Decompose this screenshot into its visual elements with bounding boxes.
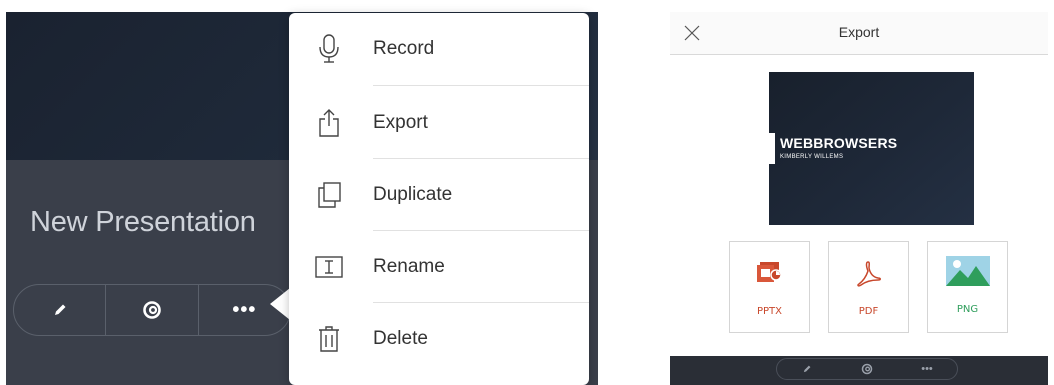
trash-icon (315, 323, 343, 355)
play-button[interactable] (106, 285, 199, 335)
more-icon: ••• (921, 363, 933, 375)
export-screen: Export WEBBROWSERS KIMBERLY WILLEMS PPTX (670, 12, 1048, 385)
menu-item-rename[interactable]: Rename (289, 231, 589, 303)
presentation-title: New Presentation (30, 206, 256, 238)
png-image-icon (928, 256, 1007, 286)
microphone-icon (315, 33, 343, 65)
share-icon (315, 107, 343, 139)
menu-item-duplicate[interactable]: Duplicate (289, 159, 589, 231)
pptx-icon (730, 260, 809, 284)
menu-item-export[interactable]: Export (289, 87, 589, 159)
menu-item-label: Rename (373, 256, 445, 277)
action-bar: ••• (13, 284, 291, 336)
menu-item-label: Delete (373, 328, 428, 349)
png-label: PNG (956, 304, 979, 315)
pptx-label: PPTX (756, 306, 783, 317)
slide-preview: WEBBROWSERS KIMBERLY WILLEMS (769, 72, 974, 225)
swirl-icon (861, 363, 873, 375)
menu-item-label: Record (373, 38, 435, 59)
menu-item-label: Export (373, 112, 428, 133)
edit-button[interactable] (14, 285, 107, 335)
slide-accent-bar (769, 133, 775, 164)
more-icon: ••• (232, 298, 257, 321)
slide-subtitle: KIMBERLY WILLEMS (780, 154, 844, 160)
more-menu-popover: Record Export Duplicate Rename Delete (289, 13, 589, 385)
dialog-header: Export (670, 12, 1048, 55)
popover-arrow (270, 288, 290, 320)
export-dialog: Export WEBBROWSERS KIMBERLY WILLEMS PPTX (670, 12, 1048, 356)
menu-item-delete[interactable]: Delete (289, 303, 589, 375)
pencil-icon (803, 365, 811, 373)
pdf-label: PDF (858, 306, 879, 317)
menu-item-label: Duplicate (373, 184, 453, 205)
export-pdf-button[interactable]: PDF (828, 241, 909, 333)
play-button[interactable] (837, 359, 897, 379)
rename-icon (315, 251, 343, 283)
bottom-action-bar: ••• (670, 356, 1048, 385)
more-button[interactable]: ••• (897, 359, 957, 379)
duplicate-icon (315, 179, 343, 211)
pdf-icon (829, 260, 908, 288)
menu-item-record[interactable]: Record (289, 13, 589, 85)
swirl-icon (143, 301, 161, 319)
slide-title: WEBBROWSERS (780, 135, 898, 151)
edit-button[interactable] (777, 359, 837, 379)
dialog-title: Export (838, 24, 880, 40)
pencil-icon (54, 304, 66, 315)
export-pptx-button[interactable]: PPTX (729, 241, 810, 333)
export-png-button[interactable]: PNG (927, 241, 1008, 333)
action-bar: ••• (776, 358, 958, 380)
divider (373, 85, 589, 86)
